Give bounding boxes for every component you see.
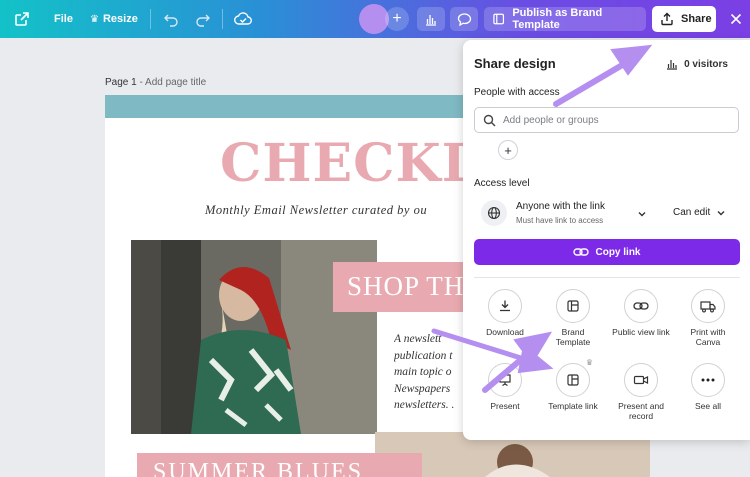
share-panel: Share design 0 visitors People with acce… xyxy=(463,40,750,440)
present-option[interactable]: Present xyxy=(470,363,540,411)
print-with-canva-label: Print with Canva xyxy=(690,327,726,347)
summer-text[interactable]: SUMMER BLUES xyxy=(153,459,363,477)
download-icon xyxy=(488,289,522,323)
chart-icon xyxy=(667,60,678,70)
search-icon xyxy=(483,114,496,126)
print-with-canva-option[interactable]: Print with Canva xyxy=(673,289,743,347)
add-collaborator-button[interactable]: + xyxy=(385,7,409,31)
publish-brand-template-button[interactable]: Publish as Brand Template xyxy=(484,7,646,31)
brand-template-label: Brand Template xyxy=(555,327,591,347)
crown-icon: ♛ xyxy=(585,358,593,367)
file-menu[interactable]: File xyxy=(54,0,73,38)
panel-divider xyxy=(474,277,740,278)
copy-link-label: Copy link xyxy=(595,246,641,258)
shop-text[interactable]: SHOP TH xyxy=(347,271,464,302)
comment-icon xyxy=(457,12,471,26)
access-level-label: Access level xyxy=(474,178,530,189)
plus-icon: + xyxy=(392,10,402,27)
people-with-access-label: People with access xyxy=(474,87,560,98)
download-option[interactable]: Download xyxy=(470,289,540,337)
external-link-icon[interactable] xyxy=(14,0,30,38)
template-link-icon: ♛ xyxy=(556,358,593,397)
share-upload-icon xyxy=(661,12,673,26)
resize-label: Resize xyxy=(102,13,138,25)
redo-icon[interactable] xyxy=(195,0,211,38)
more-icon xyxy=(691,363,725,397)
brand-template-icon xyxy=(556,289,590,323)
undo-icon[interactable] xyxy=(163,0,179,38)
template-icon xyxy=(493,13,505,25)
link-icon xyxy=(573,248,590,256)
link-icon xyxy=(624,289,658,323)
copy-link-button[interactable]: Copy link xyxy=(474,239,740,265)
access-level-select[interactable]: Anyone with the link xyxy=(516,201,605,212)
chevron-down-icon[interactable] xyxy=(637,206,647,224)
file-menu-label: File xyxy=(54,13,73,25)
visitors-count[interactable]: 0 visitors xyxy=(666,58,728,70)
brand-template-option[interactable]: Brand Template xyxy=(538,289,608,347)
insights-button[interactable] xyxy=(417,7,445,31)
present-icon xyxy=(488,363,522,397)
download-label: Download xyxy=(486,327,524,337)
public-view-link-option[interactable]: Public view link xyxy=(606,289,676,337)
template-link-option[interactable]: ♛ Template link xyxy=(538,358,608,411)
public-view-link-label: Public view link xyxy=(612,327,670,337)
publish-label: Publish as Brand Template xyxy=(512,7,603,31)
visitors-label: 0 visitors xyxy=(684,58,728,70)
toolbar-divider xyxy=(150,9,151,29)
page-label: Page 1 - Add page title xyxy=(105,77,206,88)
globe-icon xyxy=(481,200,507,226)
page-number: Page 1 xyxy=(105,77,137,88)
access-level-description: Must have link to access xyxy=(516,216,604,225)
record-icon xyxy=(624,363,658,397)
page-title-input[interactable]: Add page title xyxy=(145,77,206,88)
permission-label: Can edit xyxy=(673,207,711,218)
present-and-record-label: Present and record xyxy=(618,401,664,421)
design-title[interactable]: CHECKLI xyxy=(220,133,505,194)
resize-button[interactable]: ♛ Resize xyxy=(90,0,138,38)
permission-select[interactable]: Can edit xyxy=(673,207,726,218)
share-panel-title: Share design xyxy=(474,56,556,71)
chevron-down-icon xyxy=(717,210,725,215)
toolbar-divider xyxy=(222,9,223,29)
see-all-label: See all xyxy=(695,401,721,411)
people-search-field[interactable] xyxy=(474,107,739,133)
template-link-label: Template link xyxy=(548,401,598,411)
cloud-save-icon[interactable] xyxy=(234,0,252,38)
people-search-input[interactable] xyxy=(503,114,723,126)
add-people-button[interactable]: + xyxy=(498,140,518,160)
share-button[interactable]: Share xyxy=(652,6,716,32)
crown-icon: ♛ xyxy=(90,13,99,25)
chart-icon xyxy=(426,15,436,26)
top-toolbar: File ♛ Resize + Publish as Brand Templat… xyxy=(0,0,750,38)
share-label: Share xyxy=(681,13,712,25)
comment-button[interactable] xyxy=(450,7,478,31)
present-label: Present xyxy=(490,401,520,411)
design-subtitle[interactable]: Monthly Email Newsletter curated by ou xyxy=(205,203,427,218)
close-icon[interactable] xyxy=(730,0,742,38)
see-all-option[interactable]: See all xyxy=(673,363,743,411)
page-separator: - xyxy=(136,77,146,88)
plus-icon: + xyxy=(504,142,512,158)
truck-icon xyxy=(691,289,725,323)
present-and-record-option[interactable]: Present and record xyxy=(606,363,676,421)
